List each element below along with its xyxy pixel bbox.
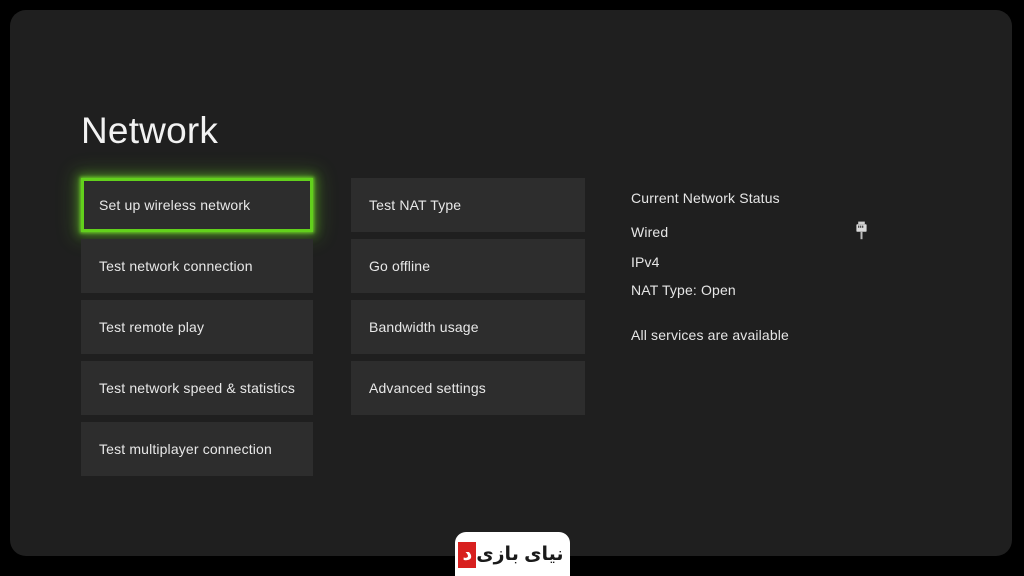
tile-label: Test remote play — [99, 319, 205, 335]
status-nat-type: NAT Type: Open — [631, 282, 736, 298]
tile-advanced-settings[interactable]: Advanced settings — [351, 361, 585, 415]
tile-test-network-speed-statistics[interactable]: Test network speed & statistics — [81, 361, 313, 415]
watermark-text: نیای بازی — [476, 544, 564, 565]
status-heading: Current Network Status — [631, 190, 780, 206]
watermark-logo: د نیای بازی — [458, 542, 566, 568]
current-network-status-panel: Current Network Status Wired IPv4 NAT Ty… — [631, 190, 931, 343]
ethernet-plug-icon — [855, 221, 868, 240]
tile-label: Test multiplayer connection — [99, 441, 272, 457]
page-title: Network — [81, 110, 219, 151]
status-connection-row: Wired — [631, 221, 931, 242]
network-options-middle-column: Test NAT Type Go offline Bandwidth usage… — [351, 178, 585, 415]
tile-label: Test NAT Type — [369, 197, 462, 213]
status-connection-type: Wired — [631, 224, 669, 240]
tile-test-remote-play[interactable]: Test remote play — [81, 300, 313, 354]
site-watermark: د نیای بازی — [455, 532, 570, 576]
watermark-badge-letter: د — [458, 542, 477, 568]
tile-bandwidth-usage[interactable]: Bandwidth usage — [351, 300, 585, 354]
tile-label: Bandwidth usage — [369, 319, 479, 335]
tile-label: Test network speed & statistics — [99, 380, 296, 396]
tile-label: Advanced settings — [369, 380, 486, 396]
tile-label: Set up wireless network — [99, 197, 251, 213]
tile-set-up-wireless-network[interactable]: Set up wireless network — [81, 178, 313, 232]
tile-label: Go offline — [369, 258, 431, 274]
tile-test-network-connection[interactable]: Test network connection — [81, 239, 313, 293]
tile-label: Test network connection — [99, 258, 253, 274]
status-ip-version: IPv4 — [631, 254, 660, 270]
status-services-availability: All services are available — [631, 327, 789, 343]
network-options-left-column: Set up wireless network Test network con… — [81, 178, 313, 476]
console-settings-screen: Network Set up wireless network Test net… — [10, 10, 1012, 556]
tile-test-multiplayer-connection[interactable]: Test multiplayer connection — [81, 422, 313, 476]
tile-test-nat-type[interactable]: Test NAT Type — [351, 178, 585, 232]
tile-go-offline[interactable]: Go offline — [351, 239, 585, 293]
